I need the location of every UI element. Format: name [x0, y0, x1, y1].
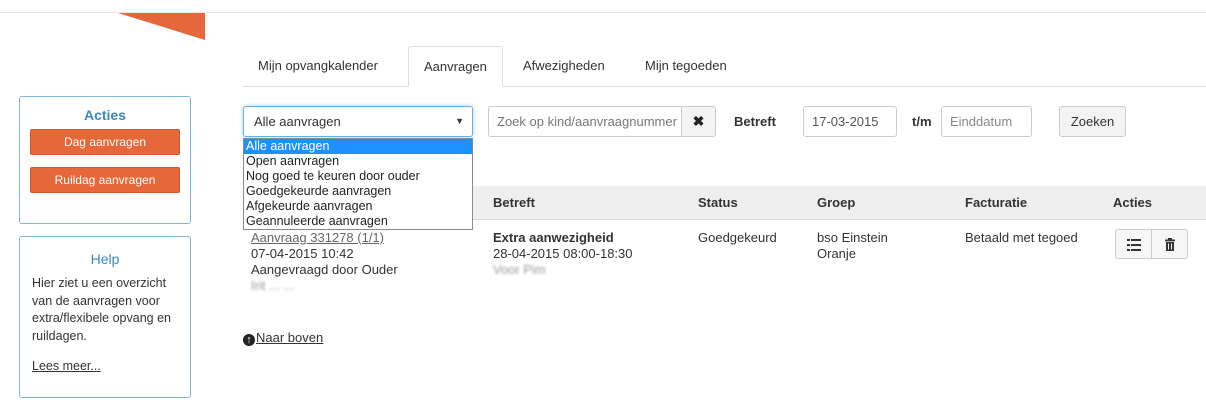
actions-panel: Acties Dag aanvragen Ruildag aanvragen — [19, 96, 191, 224]
requester-name: Irit ... ... — [251, 278, 295, 293]
end-date-field[interactable] — [941, 106, 1032, 137]
search-button[interactable]: Zoeken — [1059, 106, 1126, 137]
start-date-field[interactable] — [803, 106, 897, 137]
dropdown-option[interactable]: Nog goed te keuren door ouder — [244, 169, 472, 184]
trash-icon — [1164, 238, 1175, 251]
request-datetime: 07-04-2015 10:42 — [251, 246, 354, 261]
request-status-select-value: Alle aanvragen — [254, 114, 341, 129]
arrow-up-circle-icon: ↑ — [243, 334, 255, 346]
tab-my-calendar[interactable]: Mijn opvangkalender — [243, 46, 393, 86]
col-status: Status — [698, 195, 738, 210]
col-acties: Acties — [1113, 195, 1153, 210]
betreft-child: Voor Pim — [493, 262, 546, 277]
caret-down-icon: ▼ — [455, 116, 464, 126]
dropdown-option[interactable]: Geannuleerde aanvragen — [244, 214, 472, 229]
clear-search-button[interactable]: ✖ — [681, 106, 716, 137]
status-cell: Goedgekeurd — [698, 230, 777, 245]
table-header: Betreft Status Groep Facturatie Acties — [473, 186, 1206, 220]
brand-logo-wedge — [118, 13, 205, 40]
close-icon: ✖ — [692, 113, 705, 129]
read-more-link[interactable]: Lees meer... — [32, 359, 178, 373]
details-button[interactable] — [1115, 229, 1152, 259]
request-status-dropdown: Alle aanvragen Open aanvragen Nog goed t… — [243, 138, 473, 230]
facturatie-cell: Betaald met tegoed — [965, 230, 1078, 245]
requested-by: Aangevraagd door Ouder — [251, 262, 398, 277]
swap-day-request-button[interactable]: Ruildag aanvragen — [30, 167, 180, 193]
col-betreft: Betreft — [493, 195, 535, 210]
help-text: Hier ziet u een overzicht van de aanvrag… — [32, 276, 171, 343]
tab-requests[interactable]: Aanvragen — [408, 46, 503, 87]
actions-panel-title: Acties — [83, 107, 127, 123]
until-label: t/m — [912, 114, 932, 129]
col-groep: Groep — [817, 195, 856, 210]
betreft-label: Betreft — [734, 114, 776, 129]
help-panel-title: Help — [90, 251, 120, 267]
back-to-top-label: Naar boven — [256, 330, 324, 345]
betreft-title: Extra aanwezigheid — [493, 230, 614, 245]
groep-line: bso Einstein — [817, 230, 888, 245]
dropdown-option[interactable]: Alle aanvragen — [244, 139, 472, 154]
tab-bar: Mijn opvangkalender Aanvragen Afwezighed… — [243, 46, 1206, 87]
groep-cell: bso Einstein Oranje — [817, 230, 888, 262]
dropdown-option[interactable]: Open aanvragen — [244, 154, 472, 169]
request-link[interactable]: Aanvraag 331278 (1/1) — [251, 230, 384, 245]
search-input[interactable] — [488, 106, 682, 137]
delete-button[interactable] — [1151, 229, 1188, 259]
col-facturatie: Facturatie — [965, 195, 1028, 210]
help-panel: Help Hier ziet u een overzicht van de aa… — [19, 236, 191, 398]
dropdown-option[interactable]: Afgekeurde aanvragen — [244, 199, 472, 214]
back-to-top-link[interactable]: ↑ Naar boven — [243, 330, 323, 346]
row-actions — [1115, 229, 1188, 259]
list-icon — [1126, 239, 1141, 251]
request-cell: Aanvraag 331278 (1/1) 07-04-2015 10:42 A… — [251, 230, 398, 294]
tab-absences[interactable]: Afwezigheden — [508, 46, 620, 86]
request-status-select[interactable]: Alle aanvragen ▼ — [243, 106, 473, 137]
groep-line: Oranje — [817, 246, 857, 261]
tab-my-credits[interactable]: Mijn tegoeden — [630, 46, 742, 86]
dropdown-option[interactable]: Goedgekeurde aanvragen — [244, 184, 472, 199]
betreft-cell: Extra aanwezigheid 28-04-2015 08:00-18:3… — [493, 230, 633, 278]
betreft-time: 28-04-2015 08:00-18:30 — [493, 246, 633, 261]
day-request-button[interactable]: Dag aanvragen — [30, 129, 180, 155]
